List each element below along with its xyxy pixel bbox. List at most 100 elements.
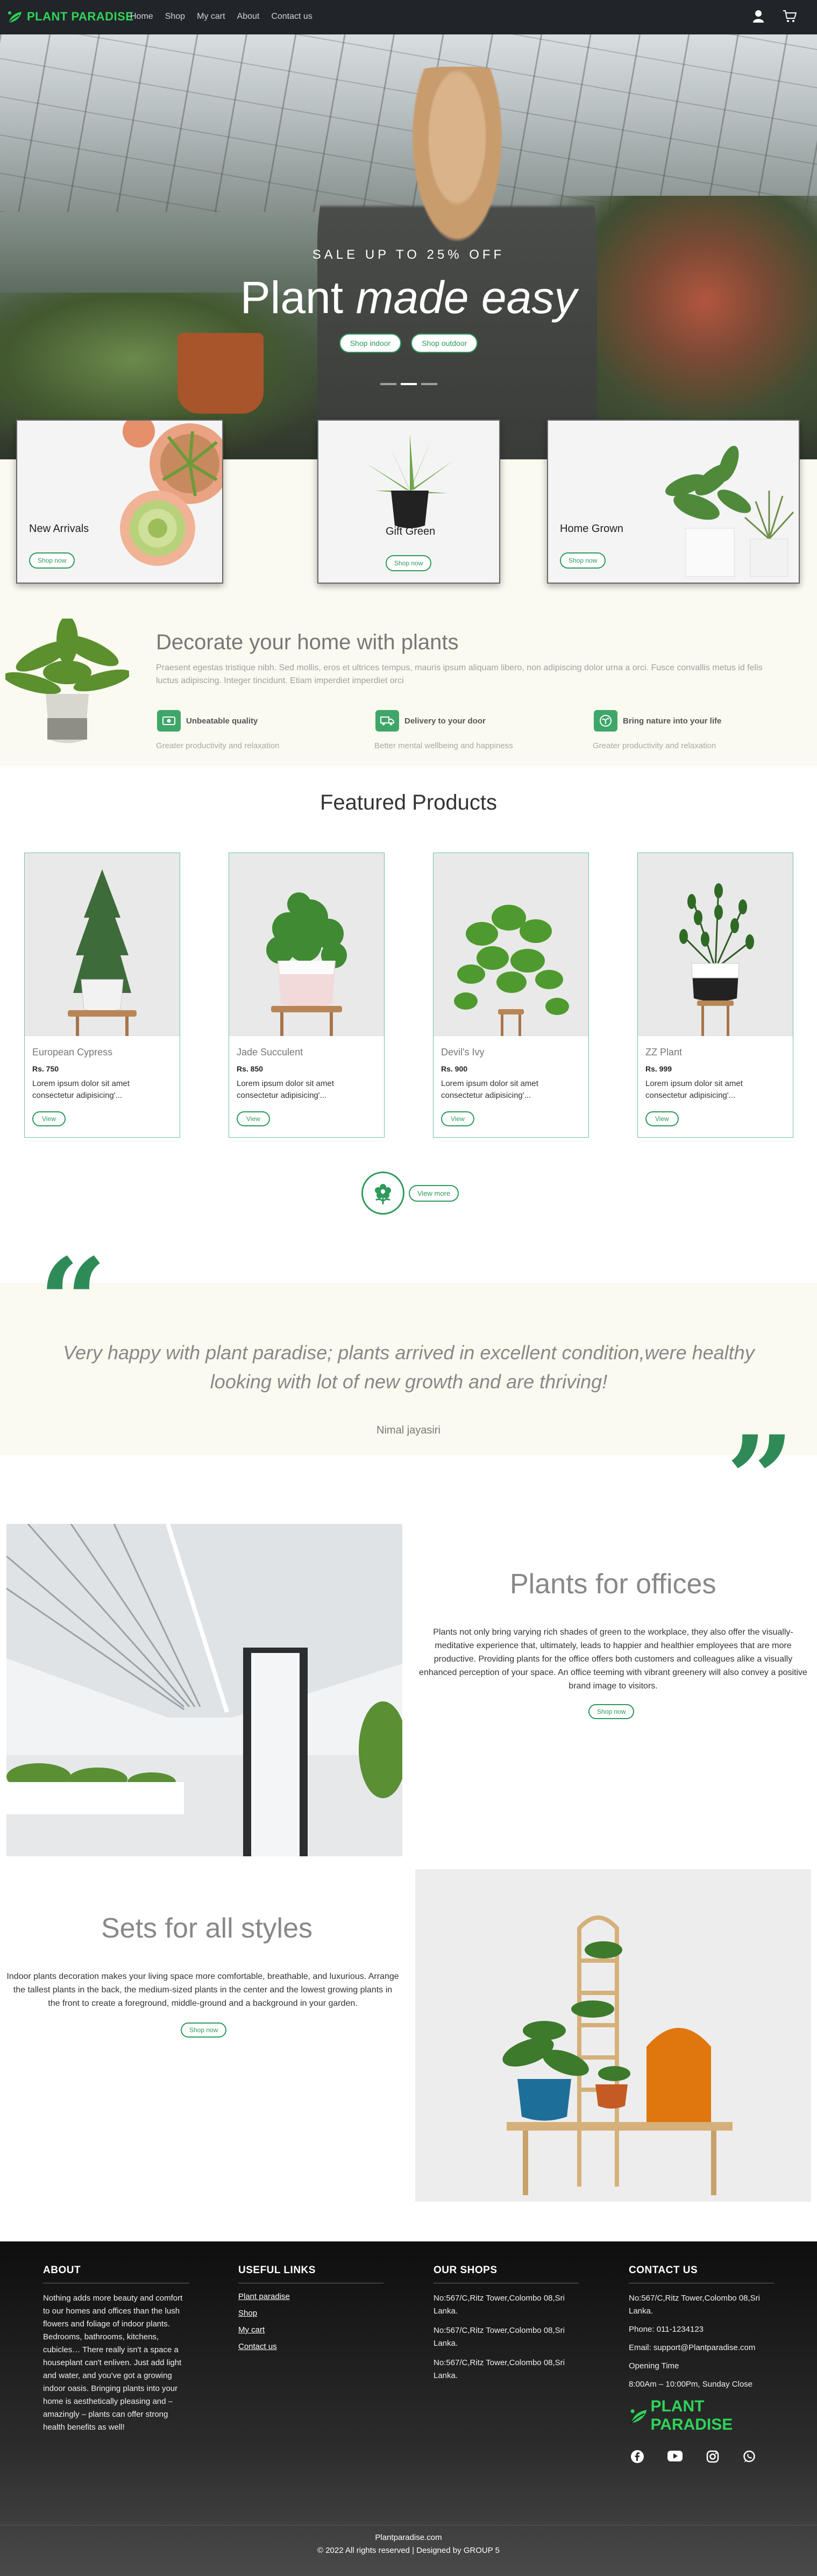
offices-shop-now-button[interactable]: Shop now <box>588 1704 635 1719</box>
footer-links-title: USEFUL LINKS <box>238 2265 383 2283</box>
category-card-gift-green[interactable]: Gift Green Shop now <box>317 420 500 584</box>
carousel-dot-2[interactable] <box>400 383 417 385</box>
category-card-home-grown[interactable]: Home Grown Shop now <box>547 420 800 584</box>
footer-link-shop[interactable]: Shop <box>238 2309 383 2318</box>
category-title: Home Grown <box>560 523 623 535</box>
offices-text: Plants not only bring varying rich shade… <box>419 1628 807 1691</box>
footer-site-link[interactable]: Plantparadise.com <box>0 2531 817 2544</box>
nav-link-shop[interactable]: Shop <box>165 12 185 22</box>
category-title: New Arrivals <box>29 523 89 535</box>
sets-shop-now-button[interactable]: Shop now <box>181 2023 227 2038</box>
category-shop-now-button[interactable]: Shop now <box>386 555 432 571</box>
flower-icon <box>361 1172 404 1215</box>
footer-contact-phone: Phone: 011-1234123 <box>629 2325 704 2334</box>
product-name: Devil's Ivy <box>441 1047 485 1058</box>
footer-shop-address: No:567/C,Ritz Tower,Colombo 08,Sri Lanka… <box>434 2294 565 2316</box>
view-more-button[interactable]: View more <box>409 1184 459 1202</box>
carousel-indicators <box>0 383 817 385</box>
category-shop-now-button[interactable]: Shop now <box>560 552 606 569</box>
money-icon <box>157 710 181 732</box>
product-view-button[interactable]: View <box>237 1111 270 1126</box>
plant-icon <box>594 710 617 732</box>
shop-outdoor-button[interactable]: Shop outdoor <box>411 333 478 353</box>
product-image <box>434 853 588 1036</box>
gift-plant-image <box>367 434 453 528</box>
close-quote-icon: ” <box>726 1409 794 1549</box>
footer-brand-logo[interactable]: PLANT PARADISE <box>629 2397 774 2434</box>
product-name: ZZ Plant <box>645 1047 683 1058</box>
brand-name: PLANT PARADISE <box>27 10 134 23</box>
footer-bottom: Plantparadise.com © 2022 All rights rese… <box>0 2525 817 2557</box>
nav-link-contact-us[interactable]: Contact us <box>271 12 312 22</box>
view-more-group: View more <box>361 1172 459 1215</box>
footer-contact-us: CONTACT US No:567/C,Ritz Tower,Colombo 0… <box>629 2265 774 2463</box>
product-card-jade-succulent[interactable]: Jade Succulent Rs. 850 Lorem ipsum dolor… <box>229 853 385 1138</box>
footer-opening-hours: 8:00Am – 10:00Pm, Sunday Close <box>629 2380 753 2389</box>
feature-title: Unbeatable quality <box>186 716 258 726</box>
shop-indoor-button[interactable]: Shop indoor <box>339 333 402 353</box>
offices-title: Plants for offices <box>510 1569 716 1600</box>
product-view-button[interactable]: View <box>32 1111 66 1126</box>
product-description: Lorem ipsum dolor sit amet consectetur a… <box>237 1079 334 1100</box>
youtube-icon[interactable] <box>667 2450 683 2462</box>
footer-about: ABOUT Nothing adds more beauty and comfo… <box>43 2265 189 2434</box>
cart-icon[interactable] <box>783 10 797 23</box>
product-description: Lorem ipsum dolor sit amet consectetur a… <box>32 1079 130 1100</box>
footer-link-my-cart[interactable]: My cart <box>238 2325 383 2334</box>
facebook-icon[interactable] <box>631 2450 644 2463</box>
hero-sale-text: SALE UP TO 25% OFF <box>312 247 505 262</box>
nav-link-about[interactable]: About <box>237 12 260 22</box>
feature-title: Bring nature into your life <box>623 716 722 726</box>
category-card-new-arrivals[interactable]: New Arrivals Shop now <box>16 420 223 584</box>
succulents-image <box>120 421 222 566</box>
whatsapp-icon[interactable] <box>743 2450 756 2463</box>
product-name: Jade Succulent <box>237 1047 303 1058</box>
footer-link-plant-paradise[interactable]: Plant paradise <box>238 2292 383 2301</box>
hero-buttons: Shop indoor Shop outdoor <box>0 333 817 353</box>
product-price: Rs. 999 <box>645 1065 672 1073</box>
product-image <box>229 853 384 1036</box>
feature-title: Delivery to your door <box>404 716 486 726</box>
product-image <box>25 853 180 1036</box>
product-name: European Cypress <box>32 1047 113 1058</box>
footer-about-text: Nothing adds more beauty and comfort to … <box>43 2294 183 2432</box>
sets-title: Sets for all styles <box>101 1913 313 1944</box>
nav-icons <box>752 10 797 23</box>
product-image <box>638 853 793 1036</box>
nav-link-home[interactable]: Home <box>130 12 153 22</box>
leaf-logo-icon <box>7 11 22 24</box>
footer-contact-email: Email: support@Plantparadise.com <box>629 2343 756 2352</box>
hero-title-plain: Plant <box>240 272 356 323</box>
brand-logo[interactable]: PLANT PARADISE <box>6 9 134 25</box>
carousel-dot-1[interactable] <box>380 383 396 385</box>
footer-link-contact-us[interactable]: Contact us <box>238 2342 383 2351</box>
product-view-button[interactable]: View <box>441 1111 474 1126</box>
hero-title: Plant made easy <box>0 272 817 324</box>
product-description: Lorem ipsum dolor sit amet consectetur a… <box>645 1079 743 1100</box>
product-card-devils-ivy[interactable]: Devil's Ivy Rs. 900 Lorem ipsum dolor si… <box>433 853 589 1138</box>
nav-link-my-cart[interactable]: My cart <box>197 12 225 22</box>
category-shop-now-button[interactable]: Shop now <box>29 552 75 569</box>
carousel-dot-3[interactable] <box>421 383 437 385</box>
featured-products-title: Featured Products <box>319 791 498 814</box>
user-icon[interactable] <box>752 10 764 23</box>
hero-woman-image <box>317 67 597 459</box>
social-icons <box>629 2450 774 2463</box>
product-view-button[interactable]: View <box>645 1111 679 1126</box>
product-card-zz-plant[interactable]: ZZ Plant Rs. 999 Lorem ipsum dolor sit a… <box>637 853 793 1138</box>
decorate-plant-image <box>5 619 129 743</box>
footer-shop-address: No:567/C,Ritz Tower,Colombo 08,Sri Lanka… <box>434 2358 565 2380</box>
decorate-text: Praesent egestas tristique nibh. Sed mol… <box>156 663 763 685</box>
product-price: Rs. 750 <box>32 1065 59 1073</box>
testimonial-author: Nimal jayasiri <box>376 1424 441 1436</box>
category-title: Gift Green <box>386 526 436 537</box>
feature-bring-nature: Bring nature into your life <box>594 710 721 732</box>
product-card-european-cypress[interactable]: European Cypress Rs. 750 Lorem ipsum dol… <box>24 853 180 1138</box>
footer-brand-name: PLANT PARADISE <box>650 2397 733 2433</box>
hero-banner <box>0 34 817 459</box>
footer-contact-title: CONTACT US <box>629 2265 774 2283</box>
sets-text: Indoor plants decoration makes your livi… <box>6 1972 399 2008</box>
truck-icon <box>375 710 399 732</box>
footer-about-title: ABOUT <box>43 2265 189 2283</box>
instagram-icon[interactable] <box>706 2450 719 2463</box>
